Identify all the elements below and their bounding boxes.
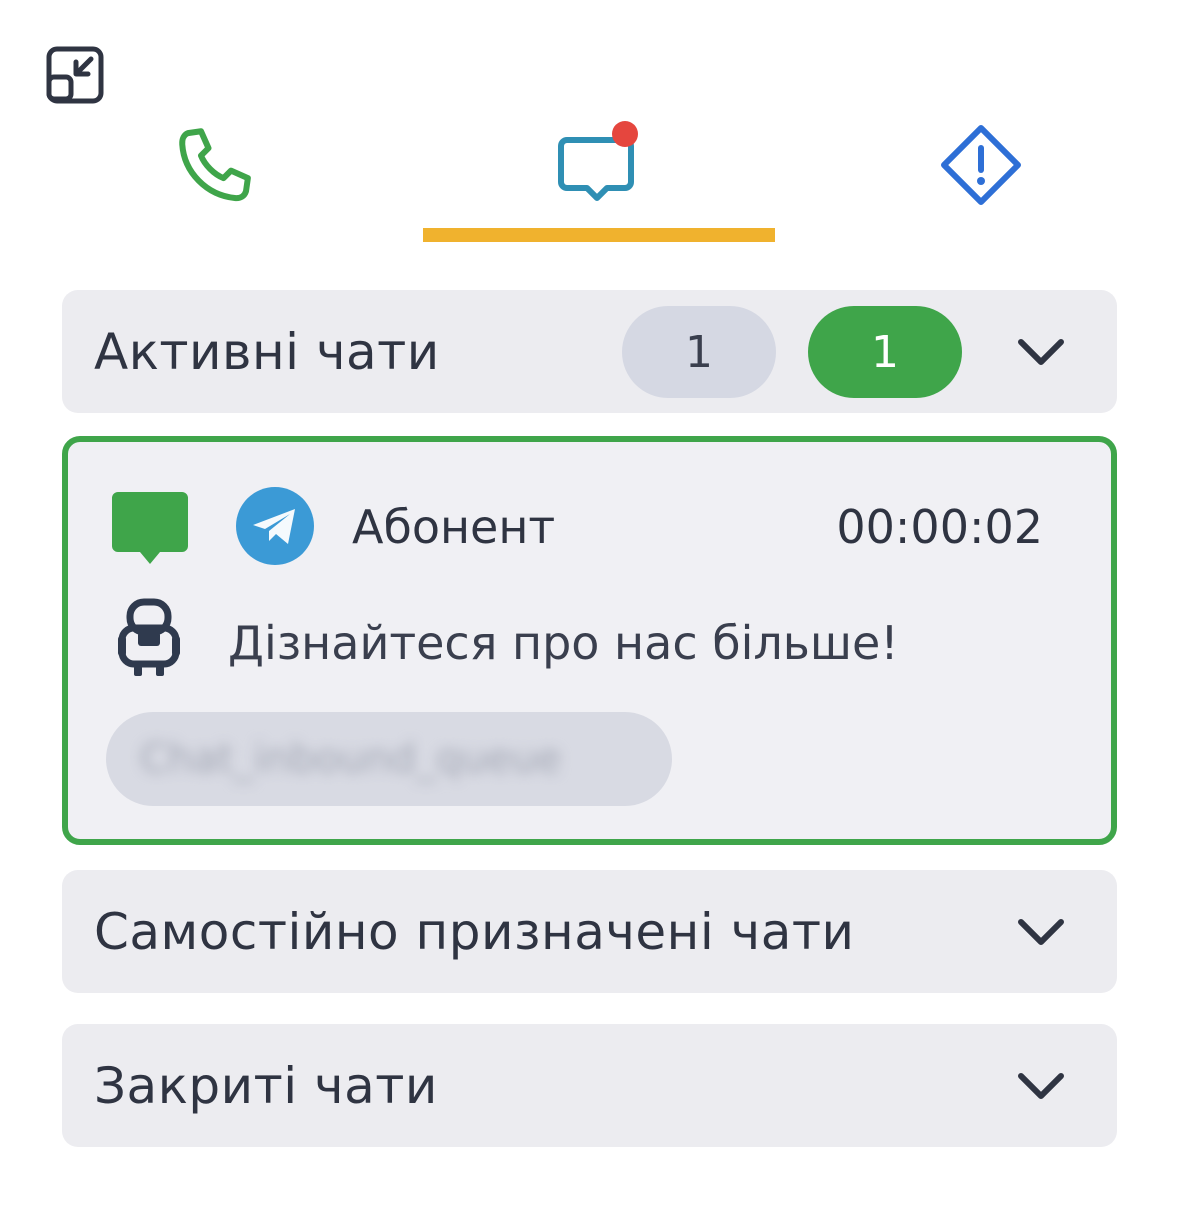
queue-name: Chat_inbound_queue [140,736,562,782]
collapse-icon[interactable] [44,44,106,106]
chevron-down-icon[interactable] [1015,916,1067,948]
bot-icon [118,598,180,676]
section-self-assigned-chats[interactable]: Самостійно призначені чати [62,870,1117,993]
chevron-down-icon[interactable] [1015,336,1067,368]
section-closed-chats[interactable]: Закриті чати [62,1024,1117,1147]
chat-contact-name: Абонент [352,500,556,554]
active-tab-indicator [423,228,775,242]
tab-calls[interactable] [40,110,392,245]
telegram-icon [236,487,314,565]
alert-diamond-icon [941,125,1021,205]
section-title: Самостійно призначені чати [94,902,855,961]
queue-badge: Chat_inbound_queue [106,712,672,806]
tab-chats[interactable] [423,110,775,245]
phone-icon [179,128,251,202]
section-title: Закриті чати [94,1056,438,1115]
chat-last-message: Дізнайтеся про нас більше! [228,616,899,670]
chat-bubble-icon [558,121,638,201]
chat-status-icon [112,492,188,564]
section-active-chats[interactable]: Активні чати 1 1 [62,290,1117,413]
chat-item[interactable]: Абонент 00:00:02 Дізнайтеся про нас біль… [62,436,1117,845]
tab-alerts[interactable] [805,110,1157,245]
total-count-badge: 1 [622,306,776,398]
chevron-down-icon[interactable] [1015,1070,1067,1102]
section-title: Активні чати [94,322,440,381]
channel-tabs [40,110,1158,250]
notification-dot [612,121,638,147]
chat-timer: 00:00:02 [836,500,1043,554]
active-count-badge: 1 [808,306,962,398]
